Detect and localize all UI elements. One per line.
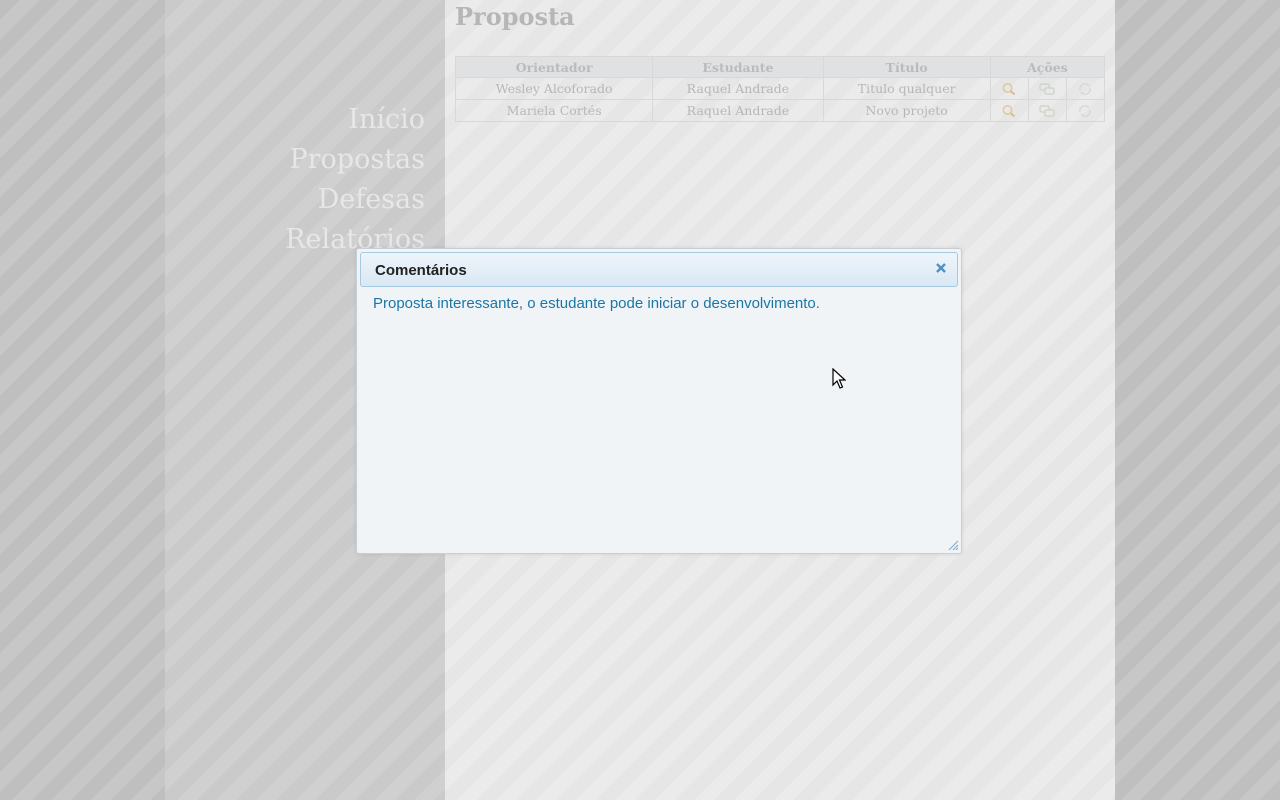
dialog-comment-text: Proposta interessante, o estudante pode …: [373, 295, 820, 312]
comments-dialog: Comentários Proposta interessante, o est…: [356, 248, 962, 554]
close-icon: [936, 263, 946, 273]
close-button[interactable]: [933, 261, 949, 277]
dialog-titlebar[interactable]: Comentários: [360, 252, 958, 287]
resize-handle-icon[interactable]: [947, 539, 959, 551]
mouse-cursor-icon: [832, 368, 846, 389]
dialog-title: Comentários: [375, 262, 467, 279]
